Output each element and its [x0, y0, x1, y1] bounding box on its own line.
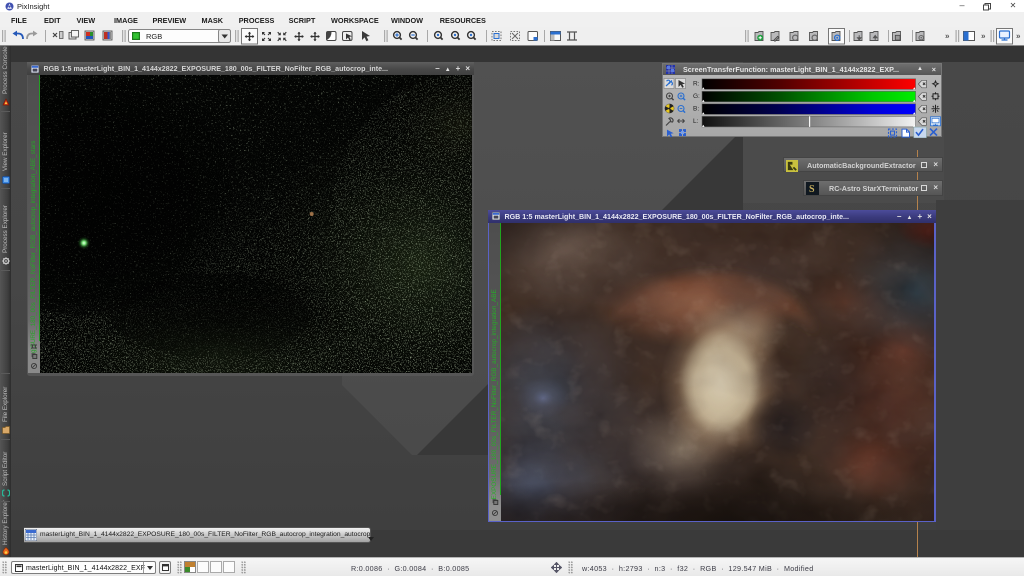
svg-text:B:: B: — [693, 105, 699, 112]
svg-text:G:: G: — [693, 93, 700, 100]
svg-text:»: » — [945, 32, 950, 41]
svg-text:L:: L: — [693, 118, 699, 125]
svg-text:»: » — [1016, 32, 1021, 41]
svg-text:»: » — [981, 32, 986, 41]
svg-text:S: S — [809, 184, 815, 195]
svg-text:RGB: RGB — [146, 32, 162, 41]
svg-text:R:: R: — [693, 80, 700, 87]
